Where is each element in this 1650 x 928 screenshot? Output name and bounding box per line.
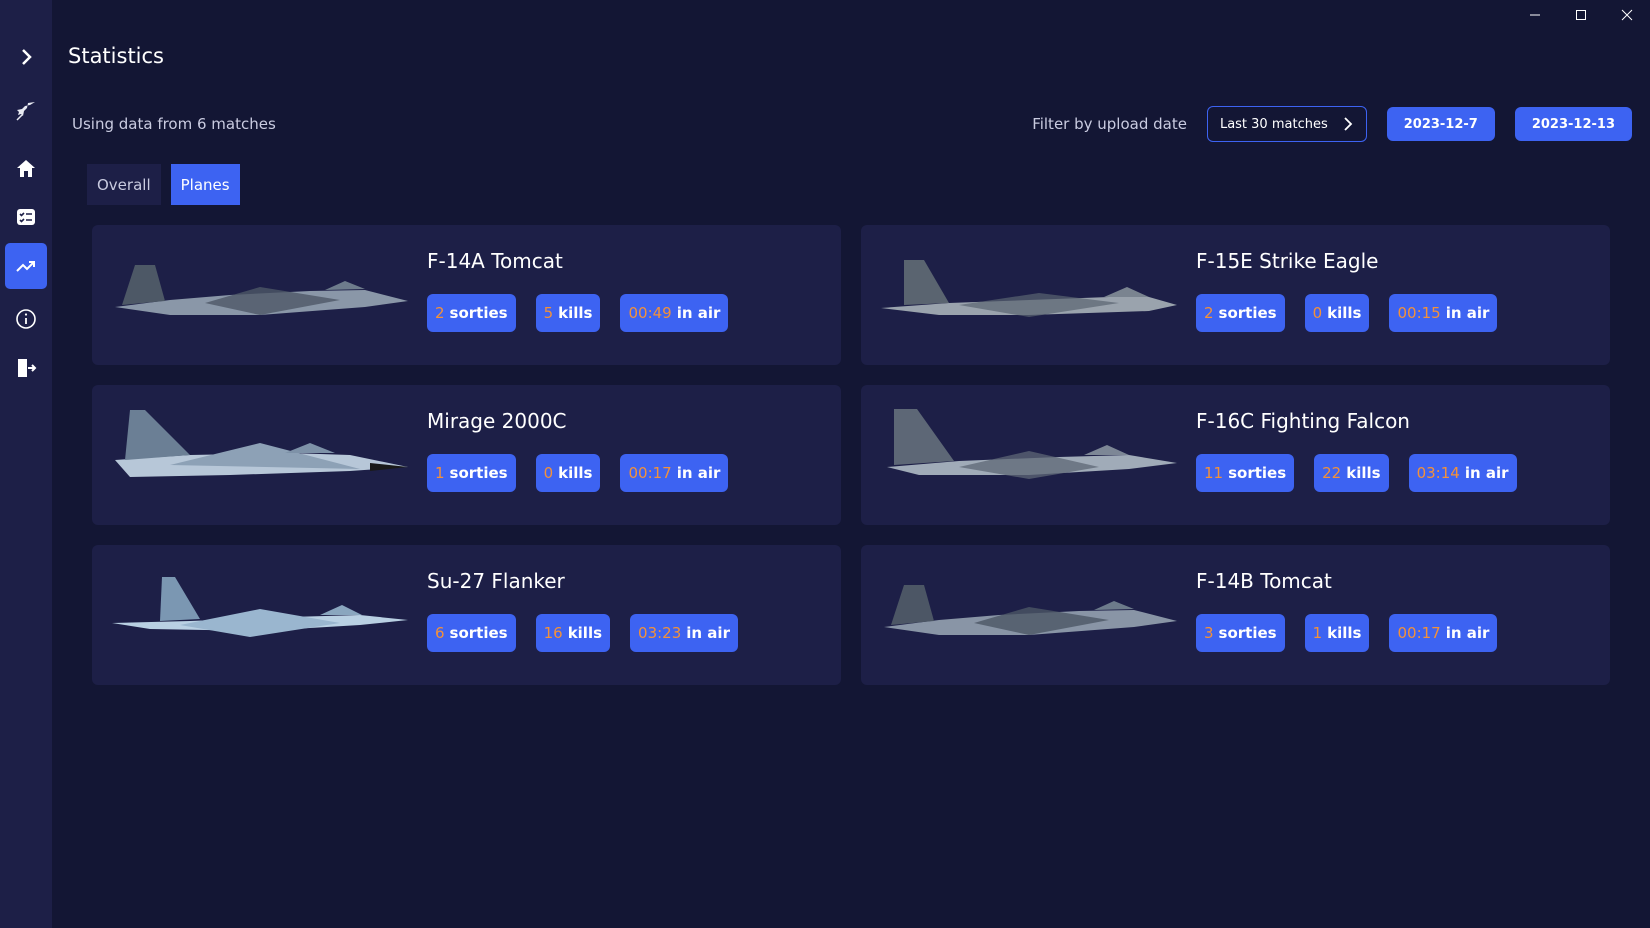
air-time-badge: 00:17 in air <box>620 454 729 492</box>
page-title: Statistics <box>68 44 164 68</box>
nav-about[interactable] <box>5 296 47 342</box>
jet-logo-icon <box>16 102 35 121</box>
plane-stats: 6 sorties 16 kills 03:23 in air <box>427 614 758 652</box>
kills-badge: 16 kills <box>535 614 611 652</box>
nav-home[interactable] <box>5 146 47 192</box>
plane-stats: 1 sorties 0 kills 00:17 in air <box>427 454 748 492</box>
plane-name: Su-27 Flanker <box>427 569 565 593</box>
trending-up-icon <box>16 261 35 272</box>
home-icon <box>17 160 35 177</box>
close-button[interactable] <box>1604 0 1650 30</box>
nav-statistics[interactable] <box>5 243 47 289</box>
kills-badge: 5 kills <box>535 294 601 332</box>
plane-name: F-14B Tomcat <box>1196 569 1332 593</box>
air-time-badge: 00:17 in air <box>1389 614 1498 652</box>
sorties-badge: 11 sorties <box>1196 454 1295 492</box>
plane-card[interactable]: F-14A Tomcat 2 sorties 5 kills 00:49 in air <box>92 225 841 365</box>
logout-icon <box>18 359 37 377</box>
kills-badge: 0 kills <box>1304 294 1370 332</box>
plane-cards: F-14A Tomcat 2 sorties 5 kills 00:49 in air… <box>92 225 1610 685</box>
expand-sidebar-button[interactable] <box>5 34 47 80</box>
minimize-icon <box>1530 14 1540 16</box>
f15e-plane-image <box>881 260 1177 317</box>
tab-planes[interactable]: Planes <box>170 164 240 205</box>
plane-stats: 11 sorties 22 kills 03:14 in air <box>1196 454 1537 492</box>
nav-matches[interactable] <box>5 194 47 240</box>
close-icon <box>1621 9 1633 21</box>
plane-stats: 2 sorties 0 kills 00:15 in air <box>1196 294 1517 332</box>
window-controls <box>1512 0 1650 30</box>
tab-overall[interactable]: Overall <box>87 164 161 205</box>
sorties-badge: 2 sorties <box>427 294 516 332</box>
match-range-select[interactable]: Last 30 matches <box>1206 106 1367 142</box>
plane-name: F-15E Strike Eagle <box>1196 249 1379 273</box>
plane-name: F-14A Tomcat <box>427 249 563 273</box>
end-date-button[interactable]: 2023-12-13 <box>1514 107 1632 141</box>
plane-card[interactable]: F-15E Strike Eagle 2 sorties 0 kills 00:15… <box>861 225 1610 365</box>
maximize-button[interactable] <box>1558 0 1604 30</box>
f16c-plane-image <box>887 409 1177 479</box>
f14b-plane-image <box>884 585 1177 635</box>
plane-card[interactable]: F-16C Fighting Falcon 11 sorties 22 kills … <box>861 385 1610 525</box>
match-range-value: Last 30 matches <box>1219 116 1328 132</box>
plane-name: Mirage 2000C <box>427 409 567 433</box>
plane-stats: 3 sorties 1 kills 00:17 in air <box>1196 614 1517 652</box>
f14a-plane-image <box>115 265 408 315</box>
air-time-badge: 00:15 in air <box>1389 294 1498 332</box>
info-icon <box>16 309 36 329</box>
stats-tabs: Overall Planes <box>87 164 250 205</box>
app-logo[interactable] <box>5 88 47 134</box>
minimize-button[interactable] <box>1512 0 1558 30</box>
sorties-badge: 2 sorties <box>1196 294 1285 332</box>
kills-badge: 0 kills <box>535 454 601 492</box>
kills-badge: 22 kills <box>1314 454 1389 492</box>
filter-bar: Filter by upload date Last 30 matches 20… <box>1032 106 1632 142</box>
plane-stats: 2 sorties 5 kills 00:49 in air <box>427 294 748 332</box>
plane-card[interactable]: Mirage 2000C 1 sorties 0 kills 00:17 in air <box>92 385 841 525</box>
sorties-badge: 3 sorties <box>1196 614 1285 652</box>
nav-logout[interactable] <box>5 345 47 391</box>
chevron-right-icon <box>1344 117 1353 131</box>
air-time-badge: 00:49 in air <box>620 294 729 332</box>
sorties-badge: 1 sorties <box>427 454 516 492</box>
plane-card[interactable]: F-14B Tomcat 3 sorties 1 kills 00:17 in air <box>861 545 1610 685</box>
sorties-badge: 6 sorties <box>427 614 516 652</box>
data-source-summary: Using data from 6 matches <box>72 115 276 133</box>
chevron-right-icon <box>22 49 32 65</box>
air-time-badge: 03:14 in air <box>1408 454 1517 492</box>
plane-name: F-16C Fighting Falcon <box>1196 409 1410 433</box>
checklist-icon <box>17 209 35 225</box>
start-date-button[interactable]: 2023-12-7 <box>1386 107 1495 141</box>
filter-label: Filter by upload date <box>1032 115 1187 133</box>
mirage-plane-image <box>115 410 408 477</box>
kills-badge: 1 kills <box>1304 614 1370 652</box>
sidebar <box>0 0 52 928</box>
air-time-badge: 03:23 in air <box>630 614 738 652</box>
maximize-icon <box>1576 10 1586 20</box>
plane-card[interactable]: Su-27 Flanker 6 sorties 16 kills 03:23 in a… <box>92 545 841 685</box>
su27-plane-image <box>112 577 408 637</box>
